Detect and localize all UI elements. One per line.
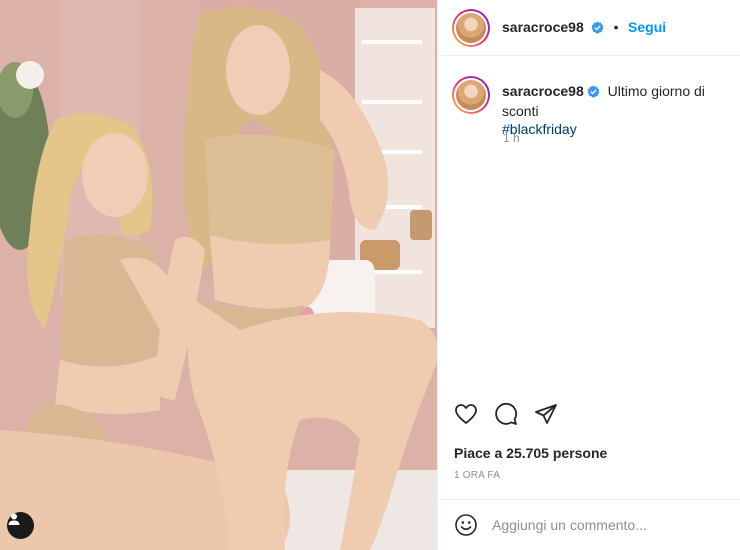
caption-username[interactable]: saracroce98 — [502, 83, 584, 99]
heart-icon[interactable] — [454, 402, 478, 431]
comment-input[interactable] — [492, 515, 722, 535]
header-username[interactable]: saracroce98 — [502, 19, 584, 35]
verified-badge-icon — [591, 21, 604, 39]
caption-time: 1 h — [503, 131, 520, 145]
follow-button[interactable]: Segui — [628, 19, 666, 35]
post-photo[interactable] — [0, 0, 437, 550]
caption-text: saracroce98 Ultimo giorno di sconti #bla… — [502, 82, 740, 138]
verified-badge-icon — [587, 84, 600, 102]
smiley-icon[interactable] — [454, 513, 478, 542]
post-header: saracroce98 • Segui — [438, 0, 740, 56]
avatar[interactable] — [452, 9, 490, 47]
comment-bubble-icon[interactable] — [494, 402, 518, 431]
photo-illustration — [0, 0, 437, 550]
comment-bar — [438, 499, 740, 550]
user-tag-icon[interactable] — [7, 512, 34, 539]
paper-plane-icon[interactable] — [534, 402, 558, 431]
post-side-panel: saracroce98 • Segui saracroce98 Ultimo g… — [437, 0, 740, 550]
caption-avatar[interactable] — [452, 76, 490, 114]
separator-dot: • — [613, 19, 619, 35]
likes-count[interactable]: Piace a 25.705 persone — [454, 445, 607, 461]
post-time-ago[interactable]: 1 ORA FA — [454, 470, 500, 481]
